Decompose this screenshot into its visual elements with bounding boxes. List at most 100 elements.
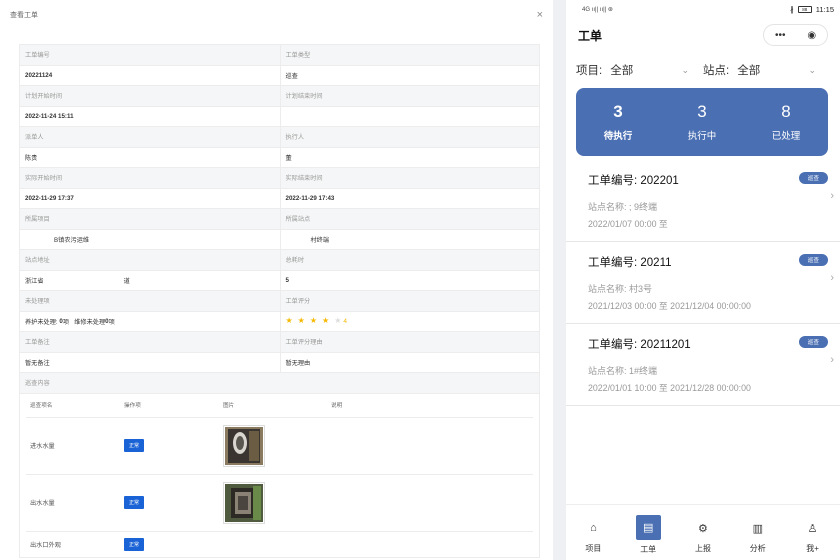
- site-filter[interactable]: 站点: 全部 ⌄: [703, 62, 830, 78]
- status-bar: 4G ıı|| ıı|| ⊛ ∦ 88 11:15: [566, 0, 840, 18]
- list-item[interactable]: 工单编号: 20211201 巡查 站点名称: 1#终端 2022/01/01 …: [566, 324, 840, 406]
- screen: 查看工单 × 工单编号 工单类型 20221124 巡查 计划开始时间 计划结束…: [0, 0, 840, 560]
- time-range: 2022/01/07 00:00 至: [588, 219, 668, 229]
- rating-value: ★ ★ ★ ★ ★ 4: [279, 311, 540, 331]
- mini-program-capsule: ••• ◉: [763, 24, 828, 46]
- tab-analysis[interactable]: ▥ 分析: [738, 517, 778, 560]
- order-no-label: 工单编号: [25, 52, 50, 60]
- signal-icons: 4G ıı|| ıı|| ⊛: [582, 6, 613, 13]
- table-row: 进水水量 正常: [26, 418, 533, 475]
- order-number: 工单编号: 20211201: [588, 339, 691, 351]
- project-value: B镇农污运维: [54, 236, 90, 244]
- remark-value: 暂无备注: [25, 359, 50, 367]
- report-icon: ⚙: [698, 522, 708, 535]
- rating-label: 工单评分: [279, 291, 540, 311]
- stat-in-progress[interactable]: 3 执行中: [688, 102, 717, 142]
- star-icon: ★: [309, 316, 318, 326]
- status-tag[interactable]: 正常: [124, 439, 145, 452]
- tab-work-order[interactable]: ▤ 工单: [628, 515, 668, 560]
- page-title: 工单: [578, 28, 603, 43]
- address-label: 站点地址: [25, 257, 50, 265]
- project-filter[interactable]: 项目: 全部 ⌄: [576, 62, 703, 78]
- project-filter-value: 全部: [610, 65, 634, 77]
- type-label: 工单类型: [279, 45, 540, 65]
- detail-table: 工单编号 工单类型 20221124 巡查 计划开始时间 计划结束时间 2022…: [19, 44, 540, 558]
- plan-start-label: 计划开始时间: [25, 93, 63, 101]
- tab-label: 分析: [749, 544, 766, 553]
- close-circle-icon[interactable]: ◉: [807, 30, 816, 41]
- status-tag[interactable]: 正常: [124, 496, 145, 509]
- time-range: 2021/12/03 00:00 至 2021/12/04 00:00:00: [588, 301, 751, 311]
- rating-stars: ★ ★ ★ ★ ★: [286, 317, 342, 325]
- star-icon: ★: [334, 316, 342, 326]
- item-name: 进水水量: [30, 443, 55, 450]
- col-image: 图片: [223, 403, 235, 409]
- item-name: 出水水量: [30, 500, 55, 507]
- user-icon: ♙: [807, 522, 818, 535]
- home-icon: ⌂: [590, 522, 597, 534]
- bottom-tab-bar: ⌂ 项目 ▤ 工单 ⚙ 上报 ▥ 分析 ♙ 我+: [566, 504, 840, 560]
- col-item-name: 巡查项名: [30, 403, 53, 409]
- stat-pending[interactable]: 3 待执行: [604, 102, 633, 142]
- order-number: 工单编号: 202201: [588, 175, 679, 187]
- list-item[interactable]: 工单编号: 202201 巡查 站点名称: ; 9终端 2022/01/07 0…: [566, 160, 840, 242]
- star-icon: ★: [285, 316, 293, 326]
- chevron-right-icon: ›: [830, 354, 834, 366]
- duration-label: 总耗时: [279, 250, 540, 270]
- site-name: 站点名称: 村3号: [588, 284, 653, 294]
- maint-label: 养护未处理:: [25, 318, 58, 326]
- inspection-photo[interactable]: [223, 481, 265, 524]
- list-item[interactable]: 工单编号: 20211 巡查 站点名称: 村3号 2021/12/03 00:0…: [566, 242, 840, 324]
- site-value: 村终端: [279, 229, 540, 249]
- repair-label: 维修未处理: [74, 318, 106, 326]
- maint-unit: 项: [62, 318, 70, 326]
- tab-label: 我+: [806, 544, 819, 553]
- actual-end-value: 2022-11-29 17:43: [279, 188, 540, 208]
- stat-label: 已处理: [771, 131, 801, 142]
- dialog-title: 查看工单: [10, 12, 38, 19]
- star-icon: ★: [322, 316, 330, 326]
- work-order-list: 工单编号: 202201 巡查 站点名称: ; 9终端 2022/01/07 0…: [566, 160, 840, 406]
- item-name: 出水口外观: [30, 541, 61, 549]
- inspection-table: 巡查项名 操作项 图片 说明 进水水量 正常 出水水量 正常 出水口外观 正常: [20, 393, 539, 557]
- close-icon[interactable]: ×: [537, 9, 543, 21]
- type-value: 巡查: [279, 65, 540, 85]
- chevron-down-icon: ⌄: [681, 64, 689, 75]
- inspection-photo[interactable]: [223, 424, 265, 467]
- status-summary: 3 待执行 3 执行中 8 已处理: [576, 88, 828, 156]
- site-name: 站点名称: 1#终端: [588, 366, 658, 376]
- order-number: 工单编号: 20211: [588, 257, 672, 269]
- stat-count: 8: [781, 102, 791, 121]
- chevron-right-icon: ›: [830, 272, 834, 284]
- executor-value: 董: [279, 147, 540, 167]
- clipboard-icon: ▤: [635, 515, 661, 540]
- stat-count: 3: [697, 102, 707, 121]
- tab-report[interactable]: ⚙ 上报: [683, 517, 723, 560]
- rating-reason-value: 暂无理由: [279, 352, 540, 372]
- col-note: 说明: [331, 403, 343, 409]
- status-tag[interactable]: 正常: [124, 537, 145, 551]
- issuer-value: 陈贵: [25, 154, 38, 162]
- stat-label: 待执行: [603, 131, 633, 142]
- site-name: 站点名称: ; 9终端: [588, 202, 658, 212]
- tab-me[interactable]: ♙ 我+: [793, 517, 833, 560]
- plan-end-value: [279, 106, 540, 126]
- duration-value: 5: [279, 270, 540, 290]
- type-badge: 巡查: [798, 172, 828, 184]
- tab-label: 上报: [694, 544, 711, 553]
- stat-processed[interactable]: 8 已处理: [772, 102, 801, 142]
- battery-icon: 88: [797, 5, 812, 13]
- site-filter-value: 全部: [737, 65, 761, 77]
- chart-icon: ▥: [752, 522, 763, 535]
- more-icon[interactable]: •••: [775, 30, 786, 41]
- site-filter-label: 站点:: [703, 65, 730, 77]
- tab-project[interactable]: ⌂ 项目: [573, 517, 613, 560]
- actual-end-label: 实际结束时间: [279, 168, 540, 188]
- time-range: 2022/01/01 10:00 至 2021/12/28 00:00:00: [588, 383, 751, 393]
- type-badge: 巡查: [798, 336, 828, 348]
- repair-unit: 项: [108, 318, 115, 326]
- star-icon: ★: [297, 316, 305, 326]
- address-rest: 道: [123, 277, 130, 285]
- work-order-detail-dialog: 查看工单 × 工单编号 工单类型 20221124 巡查 计划开始时间 计划结束…: [0, 0, 553, 560]
- stat-label: 执行中: [687, 131, 717, 142]
